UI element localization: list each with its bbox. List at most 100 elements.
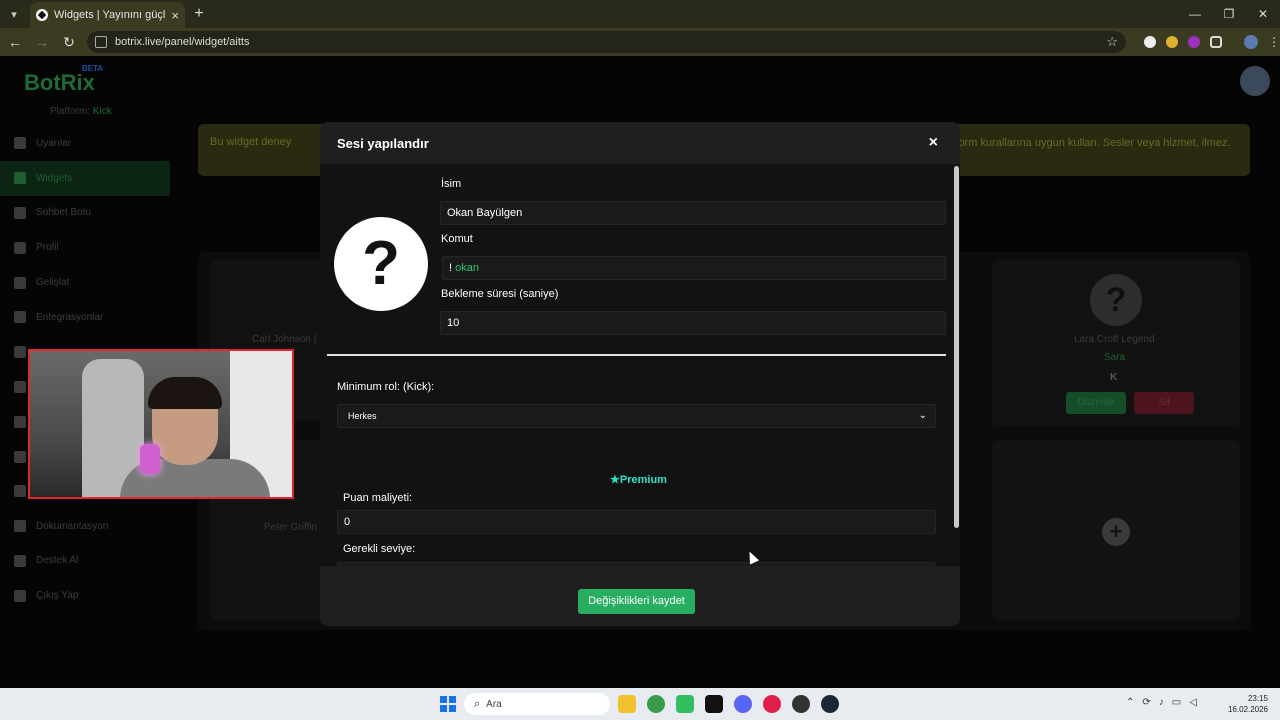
chevron-up-icon[interactable]: ⌃ <box>1126 697 1134 708</box>
taskbar-search-input[interactable]: ⌕ Ara <box>464 693 610 715</box>
taskbar-apps <box>618 695 839 713</box>
window-controls: — ❐ ✕ <box>1178 0 1280 28</box>
required-level-label: Gerekli seviye: <box>343 543 416 555</box>
star-icon: ★ <box>610 474 620 486</box>
min-role-select[interactable]: Herkes ⌄ <box>337 404 936 428</box>
command-value: okan <box>455 262 479 274</box>
steam-icon[interactable] <box>821 695 839 713</box>
clock[interactable]: 23:15 16.02.2026 <box>1228 693 1268 715</box>
add-voice-card[interactable]: + <box>992 440 1240 620</box>
trophy-icon <box>14 276 26 289</box>
voice-card-status: Sara <box>1104 352 1126 363</box>
voice-card-name: Lara Croft Legend <box>1074 334 1155 345</box>
taskbar-search-placeholder: Ara <box>486 698 502 710</box>
command-prefix: ! <box>449 262 453 274</box>
music-icon <box>14 380 26 393</box>
save-changes-button[interactable]: Değişiklikleri kaydet <box>578 589 695 614</box>
scrollbar-thumb[interactable] <box>954 166 959 528</box>
site-info-icon[interactable] <box>94 36 107 48</box>
kick-icon: K <box>1110 372 1118 383</box>
maximize-icon[interactable]: ❐ <box>1212 0 1246 28</box>
browser-menu-icon[interactable]: ⋮ <box>1268 35 1280 49</box>
file-explorer-icon[interactable] <box>618 695 636 713</box>
command-label: Komut <box>441 233 473 245</box>
platform-label: Platform: <box>50 106 91 117</box>
brand-badge: BETA <box>82 64 104 73</box>
sync-icon[interactable]: ⟳ <box>1142 697 1150 708</box>
warning-icon <box>14 137 26 150</box>
obs-icon[interactable] <box>792 695 810 713</box>
profile-icon[interactable] <box>1244 35 1259 49</box>
back-icon[interactable]: ← <box>3 30 27 54</box>
brand-logo[interactable]: BotRix <box>24 70 95 96</box>
microphone-icon <box>140 444 160 474</box>
browser-tab[interactable]: Widgets | Yayınını güçlendirmek × <box>30 1 185 29</box>
voice-avatar-icon[interactable]: ? <box>334 217 428 311</box>
required-level-field[interactable] <box>337 562 936 566</box>
network-icon[interactable]: ▭ <box>1172 697 1181 708</box>
new-tab-icon[interactable]: + <box>185 5 213 23</box>
extension-icon[interactable] <box>1188 36 1201 48</box>
add-icon[interactable]: + <box>1102 518 1130 546</box>
sidebar-item-profil[interactable]: Profil <box>0 230 170 265</box>
name-field[interactable]: Okan Bayülgen <box>440 201 946 225</box>
taskbar: ⌕ Ara ⌃ ⟳ ♪ ▭ ◁ 23:15 16.02.2026 <box>0 688 1280 720</box>
edit-button[interactable]: Düzenle <box>1066 392 1126 414</box>
address-bar-row: ← → ↻ botrix.live/panel/widget/aitts ☆ ⋮ <box>0 28 1280 56</box>
sidebar-item-sohbet-botu[interactable]: Sohbet Botu <box>0 196 170 231</box>
webcam-overlay <box>28 349 294 499</box>
cooldown-field[interactable]: 10 <box>440 311 946 335</box>
name-label: İsim <box>441 178 462 190</box>
close-icon[interactable]: × <box>929 134 938 152</box>
voice-card-name: Peter Griffin <box>264 522 318 533</box>
extension-icon[interactable] <box>1166 36 1179 48</box>
start-icon[interactable] <box>440 696 456 712</box>
minimize-icon[interactable]: — <box>1178 0 1212 28</box>
avatar[interactable] <box>1240 66 1270 96</box>
sidebar-item-label: Widgets <box>36 172 73 184</box>
warning-text-left: Bu widget deney <box>210 136 292 148</box>
docs-icon <box>14 520 26 533</box>
sidebar-item-widgets[interactable]: Widgets <box>0 160 170 196</box>
extension-icon[interactable] <box>1144 36 1157 48</box>
modal-title: Sesi yapılandır <box>337 136 429 151</box>
tab-title: Widgets | Yayınını güçlendirmek <box>54 9 166 21</box>
min-role-value: Herkes <box>348 411 377 421</box>
integrations-icon <box>14 311 26 324</box>
discord-icon[interactable] <box>734 695 752 713</box>
tab-close-icon[interactable]: × <box>171 8 179 23</box>
sidebar-item-uyarilar[interactable]: Uyarılar <box>0 126 170 161</box>
sidebar-item-entegrasyonlar[interactable]: Entegrasyonlar <box>0 300 170 335</box>
modal-scrollbar[interactable] <box>954 166 959 566</box>
url-input[interactable]: botrix.live/panel/widget/aitts ☆ <box>86 31 1127 53</box>
volume-icon[interactable]: ◁ <box>1189 697 1197 708</box>
platform-indicator: Platform: Kick <box>50 106 112 117</box>
delete-button[interactable]: Sil <box>1134 392 1194 414</box>
chrome-icon[interactable] <box>647 695 665 713</box>
mic-tray-icon[interactable]: ♪ <box>1159 697 1164 708</box>
help-icon <box>14 554 26 567</box>
configure-voice-modal: Sesi yapılandır × ? İsim Okan Bayülgen K… <box>320 122 960 626</box>
reload-icon[interactable]: ↻ <box>57 30 81 54</box>
bookmark-star-icon[interactable]: ☆ <box>1106 34 1118 50</box>
command-field[interactable]: ! okan <box>442 256 946 280</box>
media-player-icon[interactable] <box>763 695 781 713</box>
sidebar-item-label: Uyarılar <box>36 137 72 149</box>
sidebar-item-gelislat[interactable]: Gelişlat <box>0 265 170 300</box>
forward-icon[interactable]: → <box>30 30 54 54</box>
search-icon: ⌕ <box>474 697 481 710</box>
points-cost-field[interactable]: 0 <box>337 510 936 534</box>
sidebar-item-cikis-yap[interactable]: Çıkış Yap <box>0 578 170 613</box>
section-divider <box>327 354 946 356</box>
tab-search-icon[interactable]: ▾ <box>0 0 28 28</box>
bot-icon <box>14 206 26 219</box>
tradingview-icon[interactable] <box>705 695 723 713</box>
extensions-puzzle-icon[interactable] <box>1210 36 1223 48</box>
sidebar-item-destek-al[interactable]: Destek Al <box>0 544 170 579</box>
kick-app-icon[interactable] <box>676 695 694 713</box>
close-window-icon[interactable]: ✕ <box>1246 0 1280 28</box>
voice-card: ? Lara Croft Legend Sara K Düzenle Sil <box>992 260 1240 426</box>
sidebar-item-label: Sohbet Botu <box>36 207 92 219</box>
system-tray: ⌃ ⟳ ♪ ▭ ◁ <box>1126 697 1197 708</box>
sidebar-item-dokumantasyon[interactable]: Dokümantasyon <box>0 509 170 544</box>
